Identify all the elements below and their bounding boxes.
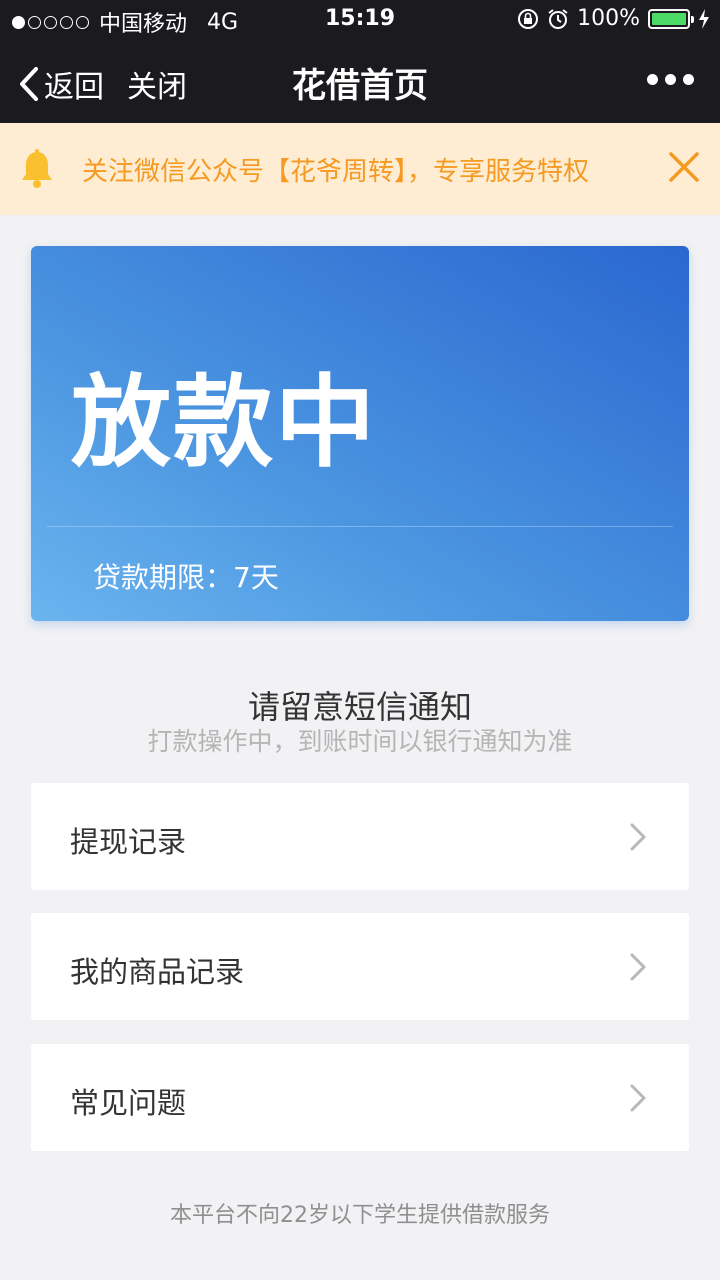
loan-term: 贷款期限：7天 (93, 561, 279, 594)
hint-subtitle: 打款操作中，到账时间以银行通知为准 (147, 727, 573, 756)
menu-item-label: 常见问题 (70, 1086, 187, 1120)
menu-item-product-records[interactable]: 我的商品记录 (31, 913, 689, 1020)
navigation-bar: 返回 关闭 花借首页 (0, 40, 720, 123)
page-title: 花借首页 (292, 66, 428, 106)
charging-icon (699, 8, 709, 29)
notice-text[interactable]: 关注微信公众号【花爷周转】，专享服务特权 (82, 151, 589, 188)
menu-item-label: 提现记录 (70, 825, 187, 859)
loan-status: 放款中 (71, 364, 377, 481)
chevron-right-icon (630, 1084, 646, 1112)
status-bar: 中国移动 4G 15:19 100% (0, 0, 720, 40)
menu-item-faq[interactable]: 常见问题 (31, 1044, 689, 1151)
menu-item-label: 我的商品记录 (70, 955, 245, 989)
chevron-right-icon (630, 953, 646, 981)
footer-disclaimer: 本平台不向22岁以下学生提供借款服务 (170, 1203, 550, 1228)
status-bar-right: 100% (517, 6, 710, 31)
card-divider (47, 526, 673, 527)
more-options-icon[interactable] (647, 74, 694, 85)
chevron-right-icon (630, 823, 646, 851)
menu-item-withdraw-records[interactable]: 提现记录 (31, 783, 689, 890)
loan-status-card: 放款中 贷款期限：7天 (31, 246, 689, 621)
notice-banner: 关注微信公众号【花爷周转】，专享服务特权 (0, 123, 720, 215)
alarm-icon (548, 8, 568, 29)
battery-icon (648, 8, 694, 29)
bell-icon (22, 149, 52, 188)
close-icon[interactable] (668, 151, 700, 183)
rotation-lock-icon (518, 8, 539, 29)
battery-percent: 100% (577, 6, 640, 31)
